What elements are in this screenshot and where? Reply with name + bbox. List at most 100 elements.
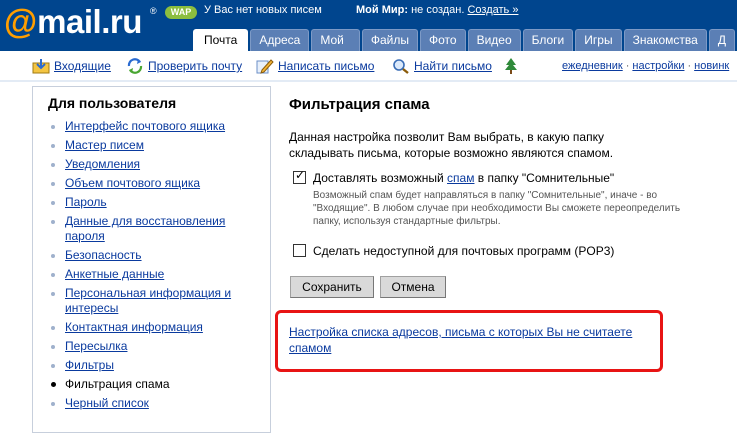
sidebar-item-label[interactable]: Черный список bbox=[65, 396, 149, 410]
settings-menu: Интерфейс почтового ящика Мастер писем У… bbox=[33, 119, 263, 415]
bullet-icon bbox=[51, 144, 55, 148]
sidebar-item-label[interactable]: Мастер писем bbox=[65, 138, 144, 152]
check-mail-tool[interactable]: Проверить почту bbox=[126, 58, 242, 74]
tab-my-world[interactable]: Мой мир bbox=[311, 29, 360, 68]
bullet-icon bbox=[51, 254, 55, 258]
sidebar-item-label[interactable]: Объем почтового ящика bbox=[65, 176, 200, 190]
sidebar-item-label[interactable]: Данные для восстановления пароля bbox=[65, 214, 225, 243]
sidebar-item-security[interactable]: Безопасность bbox=[33, 248, 263, 263]
sidebar-item-label[interactable]: Персональная информация и интересы bbox=[65, 286, 231, 315]
toolbar-divider bbox=[0, 80, 737, 82]
myworld-status: Мой Мир: не создан. Создать » bbox=[356, 4, 518, 16]
tab-photo[interactable]: Фото bbox=[419, 29, 466, 51]
diary-link[interactable]: ежедневник bbox=[562, 60, 623, 72]
inbox-link[interactable]: Входящие bbox=[54, 59, 111, 73]
bullet-icon bbox=[51, 182, 55, 186]
page-description: Данная настройка позволит Вам выбрать, в… bbox=[289, 130, 614, 160]
tab-files[interactable]: Файлы bbox=[361, 29, 418, 51]
sidebar-item-label[interactable]: Пароль bbox=[65, 195, 107, 209]
toolbar-right-links: ежедневник · настройки · новинк bbox=[562, 60, 729, 72]
myworld-label: Мой Мир: bbox=[356, 4, 409, 16]
tab-addresses[interactable]: Адреса bbox=[250, 29, 310, 51]
spam-folder-hint: Возможный спам будет направляться в папк… bbox=[313, 190, 681, 227]
sidebar-item-spam-filtering: Фильтрация спама bbox=[33, 377, 263, 392]
sidebar-item-contact-info[interactable]: Контактная информация bbox=[33, 320, 263, 335]
refresh-icon bbox=[127, 58, 143, 74]
logo-at-symbol: @ bbox=[4, 3, 38, 41]
sidebar-item-label[interactable]: Пересылка bbox=[65, 339, 127, 353]
myworld-state: не создан. bbox=[411, 4, 465, 16]
search-icon bbox=[393, 59, 409, 74]
tab-dating[interactable]: Знакомства bbox=[623, 29, 707, 51]
sidebar-item-password-recovery[interactable]: Данные для восстановления пароля bbox=[33, 214, 263, 244]
pop3-disable-label: Сделать недоступной для почтовых програм… bbox=[313, 244, 615, 258]
spam-folder-label-after: в папку "Сомнительные" bbox=[474, 171, 615, 185]
tab-more[interactable]: Д bbox=[708, 29, 735, 51]
sidebar-item-mailbox-size[interactable]: Объем почтового ящика bbox=[33, 176, 263, 191]
sidebar-title: Для пользователя bbox=[48, 95, 177, 111]
top-header: @ mail.ru ® WAP У Вас нет новых писем Мо… bbox=[0, 0, 737, 68]
tab-mail[interactable]: Почта bbox=[193, 29, 249, 52]
tab-blogs[interactable]: Блоги bbox=[522, 29, 574, 51]
bullet-icon bbox=[51, 364, 55, 368]
save-button[interactable]: Сохранить bbox=[290, 276, 374, 298]
bullet-icon bbox=[51, 292, 55, 296]
sidebar-item-label[interactable]: Интерфейс почтового ящика bbox=[65, 119, 225, 133]
bullet-icon bbox=[51, 326, 55, 330]
checkmark-icon: ✓ bbox=[295, 168, 306, 182]
compose-link[interactable]: Написать письмо bbox=[278, 59, 374, 73]
bullet-icon bbox=[51, 220, 55, 224]
separator-dot: · bbox=[625, 60, 630, 72]
christmas-tree-icon bbox=[505, 58, 517, 74]
bullet-icon bbox=[51, 345, 55, 349]
page-title: Фильтрация спама bbox=[289, 96, 430, 113]
spam-folder-label-before: Доставлять возможный bbox=[313, 171, 448, 185]
sidebar-item-label[interactable]: Контактная информация bbox=[65, 320, 203, 334]
mailru-logo[interactable]: @ mail.ru bbox=[4, 2, 142, 42]
settings-sidebar: Для пользователя Интерфейс почтового ящи… bbox=[32, 86, 271, 433]
mail-status-text: У Вас нет новых писем bbox=[204, 4, 322, 16]
spam-info-link[interactable]: спам bbox=[447, 171, 474, 185]
inbox-tool[interactable]: Входящие bbox=[32, 58, 111, 74]
separator-dot: · bbox=[687, 60, 692, 72]
sidebar-item-profile[interactable]: Анкетные данные bbox=[33, 267, 263, 282]
bullet-icon bbox=[51, 273, 55, 277]
service-tabs: Почта Адреса Мой мир Файлы Фото Видео Бл… bbox=[193, 29, 737, 68]
sidebar-item-filters[interactable]: Фильтры bbox=[33, 358, 263, 373]
find-mail-link[interactable]: Найти письмо bbox=[414, 59, 492, 73]
sidebar-item-label[interactable]: Фильтры bbox=[65, 358, 114, 372]
sidebar-item-notifications[interactable]: Уведомления bbox=[33, 157, 263, 172]
myworld-create-link[interactable]: Создать » bbox=[467, 4, 518, 16]
settings-link[interactable]: настройки bbox=[632, 60, 684, 72]
compose-tool[interactable]: Написать письмо bbox=[256, 58, 374, 74]
sidebar-item-password[interactable]: Пароль bbox=[33, 195, 263, 210]
check-mail-link[interactable]: Проверить почту bbox=[148, 59, 242, 73]
tab-video[interactable]: Видео bbox=[467, 29, 521, 51]
sidebar-item-label[interactable]: Безопасность bbox=[65, 248, 142, 262]
compose-pen-icon bbox=[256, 59, 274, 74]
sidebar-item-label[interactable]: Уведомления bbox=[65, 157, 140, 171]
sidebar-item-interface[interactable]: Интерфейс почтового ящика bbox=[33, 119, 263, 134]
bullet-icon bbox=[51, 201, 55, 205]
sidebar-item-personal-info[interactable]: Персональная информация и интересы bbox=[33, 286, 263, 316]
bullet-icon bbox=[51, 163, 55, 167]
mail-toolbar: Входящие Проверить почту Написать письмо… bbox=[0, 52, 737, 80]
bullet-icon bbox=[51, 402, 55, 406]
cancel-button[interactable]: Отмена bbox=[380, 276, 446, 298]
sidebar-item-forwarding[interactable]: Пересылка bbox=[33, 339, 263, 354]
sidebar-item-label[interactable]: Анкетные данные bbox=[65, 267, 164, 281]
inbox-icon bbox=[32, 59, 50, 74]
trusted-senders-link[interactable]: Настройка списка адресов, письма с котор… bbox=[289, 324, 659, 356]
bullet-icon bbox=[51, 382, 56, 387]
sidebar-item-letter-wizard[interactable]: Мастер писем bbox=[33, 138, 263, 153]
find-mail-tool[interactable]: Найти письмо bbox=[392, 58, 492, 74]
tab-games[interactable]: Игры bbox=[575, 29, 622, 51]
pop3-disable-checkbox[interactable] bbox=[293, 244, 306, 257]
wap-badge[interactable]: WAP bbox=[165, 6, 197, 19]
spam-folder-checkbox[interactable]: ✓ bbox=[293, 168, 306, 184]
registered-mark: ® bbox=[150, 6, 157, 16]
sidebar-item-blacklist[interactable]: Черный список bbox=[33, 396, 263, 411]
news-link[interactable]: новинк bbox=[694, 60, 729, 72]
bullet-icon bbox=[51, 125, 55, 129]
logo-text: mail.ru bbox=[37, 3, 142, 40]
